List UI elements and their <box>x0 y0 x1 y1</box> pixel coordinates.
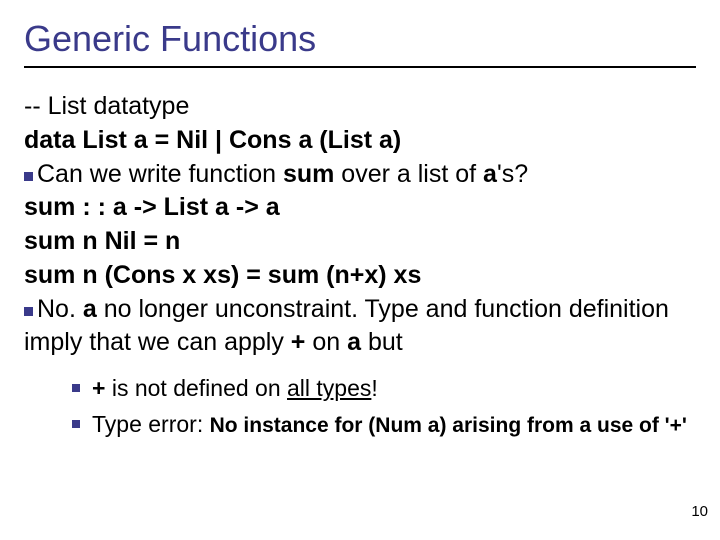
text: on <box>305 328 347 356</box>
func-sum: sum <box>283 160 334 188</box>
text: sum n Nil = n <box>24 227 180 255</box>
type-var-a: a <box>215 193 229 221</box>
text: is not defined on <box>105 375 287 401</box>
code-data-def: data List a = Nil | Cons a (List a) <box>24 124 696 158</box>
code-eq-cons: sum n (Cons x xs) = sum (n+x) xs <box>24 259 696 293</box>
type-var-a: a <box>266 193 280 221</box>
bullet-question: Can we write function sum over a list of… <box>24 158 696 192</box>
type-var-a: a <box>347 328 361 356</box>
title-underline <box>24 66 696 68</box>
text: No. <box>37 295 83 323</box>
text: but <box>361 328 403 356</box>
op-plus: + <box>291 328 306 356</box>
text: -> <box>229 193 266 221</box>
code-sig: sum : : a -> List a -> a <box>24 191 696 225</box>
type-var-a: a <box>83 295 97 323</box>
text: ) <box>393 126 401 154</box>
text: (List <box>312 126 379 154</box>
op-plus: + <box>92 375 105 401</box>
square-bullet-icon <box>24 172 33 181</box>
text: Can we write function <box>37 160 283 188</box>
square-bullet-icon <box>72 420 80 428</box>
text: sum : : <box>24 193 113 221</box>
text: Type error: <box>92 411 210 437</box>
type-var-a: a <box>113 193 127 221</box>
type-var-a: a <box>298 126 312 154</box>
code-eq-nil: sum n Nil = n <box>24 225 696 259</box>
list-item: + is not defined on all types! <box>72 374 696 404</box>
op-plus: + <box>350 261 365 289</box>
list-item: Type error: No instance for (Num a) aris… <box>72 410 696 440</box>
text: over a list of <box>334 160 483 188</box>
page-number: 10 <box>691 503 708 520</box>
sub-bullet-list: + is not defined on all types! Type erro… <box>24 374 696 440</box>
error-message: No instance for (Num a) arising from a u… <box>210 414 687 437</box>
type-var-a: a <box>483 160 497 188</box>
code-comment: -- List datatype <box>24 90 696 124</box>
text: sum n (Cons x xs) = sum (n <box>24 261 350 289</box>
text: -> List <box>127 193 215 221</box>
text: x) xs <box>364 261 421 289</box>
square-bullet-icon <box>72 384 80 392</box>
slide-body: -- List datatype data List a = Nil | Con… <box>24 90 696 440</box>
square-bullet-icon <box>24 307 33 316</box>
slide: Generic Functions -- List datatype data … <box>0 0 720 540</box>
type-var-a: a <box>379 126 393 154</box>
underlined-text: all types <box>287 375 371 401</box>
text: ! <box>371 375 377 401</box>
slide-title: Generic Functions <box>24 18 696 60</box>
type-var-a: a <box>134 126 148 154</box>
text: = Nil | Cons <box>148 126 299 154</box>
text: 's? <box>497 160 528 188</box>
bullet-answer: No. a no longer unconstraint. Type and f… <box>24 293 696 361</box>
text: data List <box>24 126 134 154</box>
